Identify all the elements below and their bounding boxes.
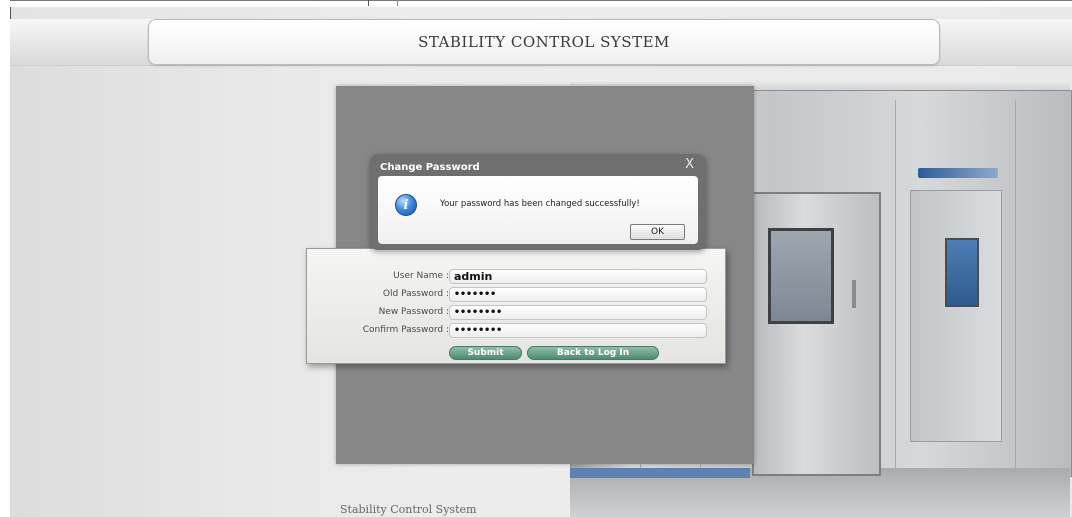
dialog-body: i Your password has been changed success… xyxy=(378,176,698,244)
header-bar: STABILITY CONTROL SYSTEM xyxy=(148,19,940,65)
chamber-logo xyxy=(918,168,998,178)
confirm-password-label: Confirm Password : xyxy=(362,325,449,335)
close-icon[interactable]: X xyxy=(685,157,694,172)
door-window xyxy=(768,228,834,324)
top-border xyxy=(10,0,1072,7)
confirm-password-field[interactable]: •••••••• xyxy=(449,323,707,338)
dialog-message: Your password has been changed successfu… xyxy=(440,199,640,209)
new-password-field[interactable]: •••••••• xyxy=(449,305,707,320)
chamber-seam xyxy=(1015,100,1016,470)
top-divider-2 xyxy=(397,0,398,6)
old-password-field[interactable]: ••••••• xyxy=(449,287,707,302)
back-to-login-button[interactable]: Back to Log In xyxy=(527,346,659,360)
door-handle xyxy=(852,280,856,308)
form-row-old-password: Old Password : ••••••• xyxy=(307,287,727,304)
chamber-seam xyxy=(895,100,896,470)
chamber-side-panel xyxy=(910,190,1002,442)
footer-caption: Stability Control System xyxy=(340,503,477,516)
username-field[interactable]: admin xyxy=(449,269,707,284)
top-divider xyxy=(368,0,369,6)
chamber-blue-trim xyxy=(570,468,750,478)
form-row-username: User Name : admin xyxy=(307,269,727,286)
info-icon: i xyxy=(395,194,417,216)
left-shade xyxy=(10,66,250,517)
app-title: STABILITY CONTROL SYSTEM xyxy=(418,33,670,51)
submit-button[interactable]: Submit xyxy=(449,346,522,360)
ok-button[interactable]: OK xyxy=(630,224,685,240)
form-row-confirm-password: Confirm Password : •••••••• xyxy=(307,323,727,340)
chamber-window xyxy=(945,238,979,307)
old-password-label: Old Password : xyxy=(382,289,449,299)
dialog-title: Change Password xyxy=(380,162,480,173)
new-password-label: New Password : xyxy=(378,307,449,317)
change-password-dialog: Change Password X i Your password has be… xyxy=(370,154,706,250)
username-label: User Name : xyxy=(393,271,449,281)
change-password-form: User Name : admin Old Password : •••••••… xyxy=(306,248,726,364)
form-row-new-password: New Password : •••••••• xyxy=(307,305,727,322)
